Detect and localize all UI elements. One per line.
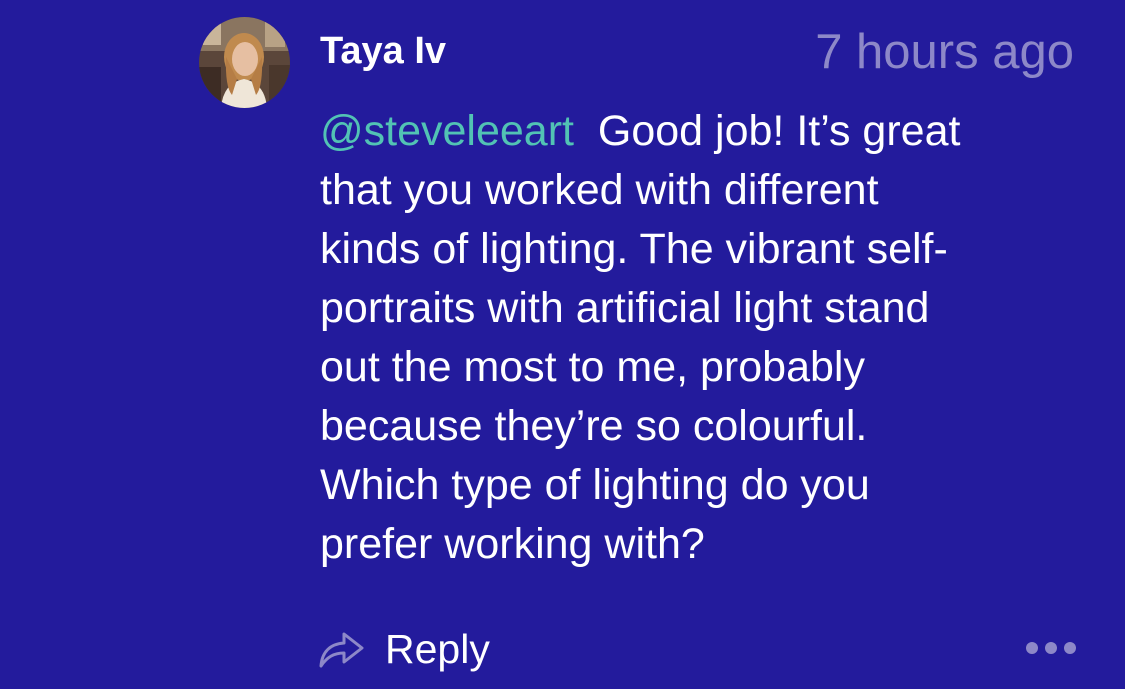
comment-line: because they’re so colourful. <box>320 402 868 450</box>
comment-card: Taya Iv 7 hours ago @steveleeart Good jo… <box>0 0 1125 689</box>
more-dots-icon[interactable] <box>1024 638 1078 658</box>
comment-timestamp: 7 hours ago <box>815 25 1074 79</box>
comment-text: Good job! It’s great <box>597 107 961 155</box>
comment-line: @steveleeart Good job! It’s great <box>320 102 1080 161</box>
comment-line: out the most to me, probably <box>320 343 865 391</box>
avatar[interactable] <box>199 17 290 108</box>
author-name[interactable]: Taya Iv <box>320 28 446 74</box>
reply-arrow-icon <box>319 632 364 668</box>
reply-button[interactable]: Reply <box>318 622 490 676</box>
mention-link[interactable]: @steveleeart <box>320 107 574 155</box>
avatar-photo <box>199 17 290 108</box>
comment-line: portraits with artificial light stand <box>320 284 930 332</box>
comment-line: kinds of lighting. The vibrant self- <box>320 225 948 273</box>
comment-line: prefer working with? <box>320 520 705 568</box>
comment-line: Which type of lighting do you <box>320 461 870 509</box>
comment-body: @steveleeart Good job! It’s great that y… <box>320 102 1080 574</box>
comment-line: that you worked with different <box>320 166 879 214</box>
reply-label: Reply <box>385 626 490 672</box>
